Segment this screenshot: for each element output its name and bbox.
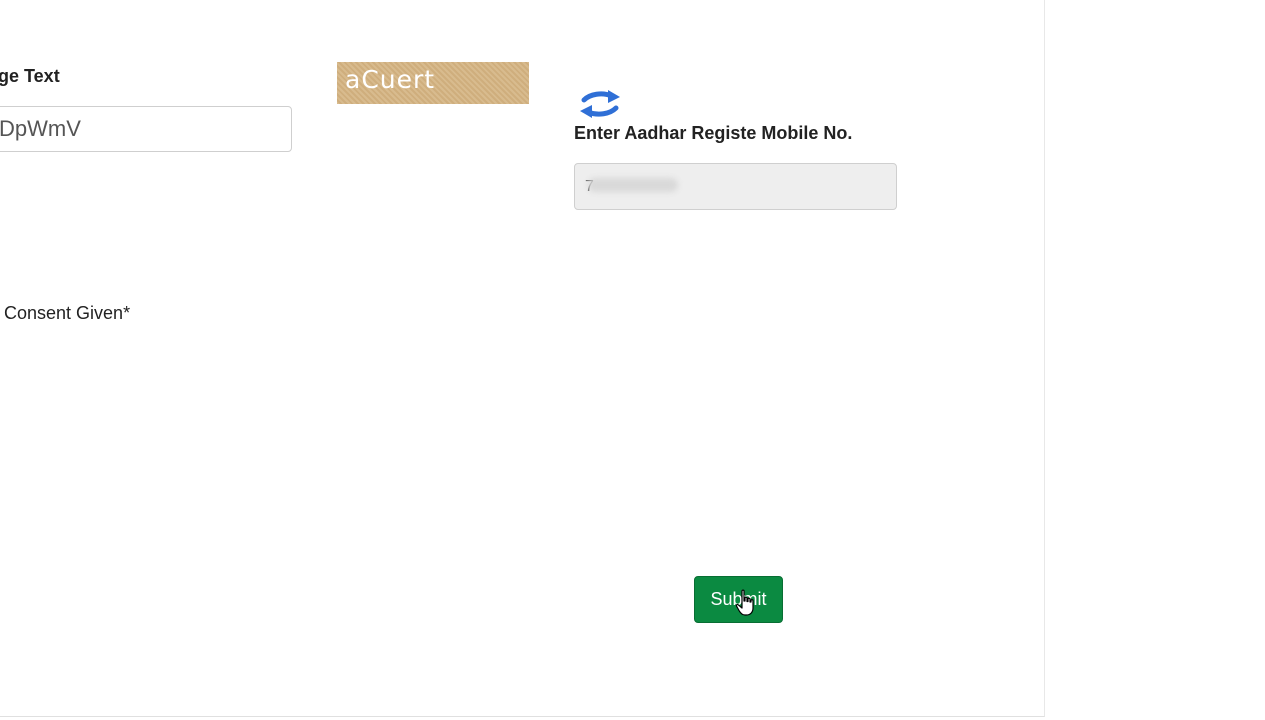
consent-label: Consent Given* (4, 303, 131, 323)
mobile-redaction (588, 178, 678, 192)
mobile-label: Enter Aadhar Registe Mobile No. (574, 123, 853, 143)
submit-button[interactable]: Submit (694, 576, 783, 623)
captcha-image: aCuert (337, 62, 529, 104)
captcha-image-text: aCuert (345, 64, 436, 94)
captcha-label: ge Text (0, 66, 60, 86)
captcha-input[interactable] (0, 106, 292, 152)
form-panel: ge Text aCuert Enter Aadhar Registe Mobi… (0, 0, 1045, 717)
refresh-icon[interactable] (578, 88, 622, 120)
